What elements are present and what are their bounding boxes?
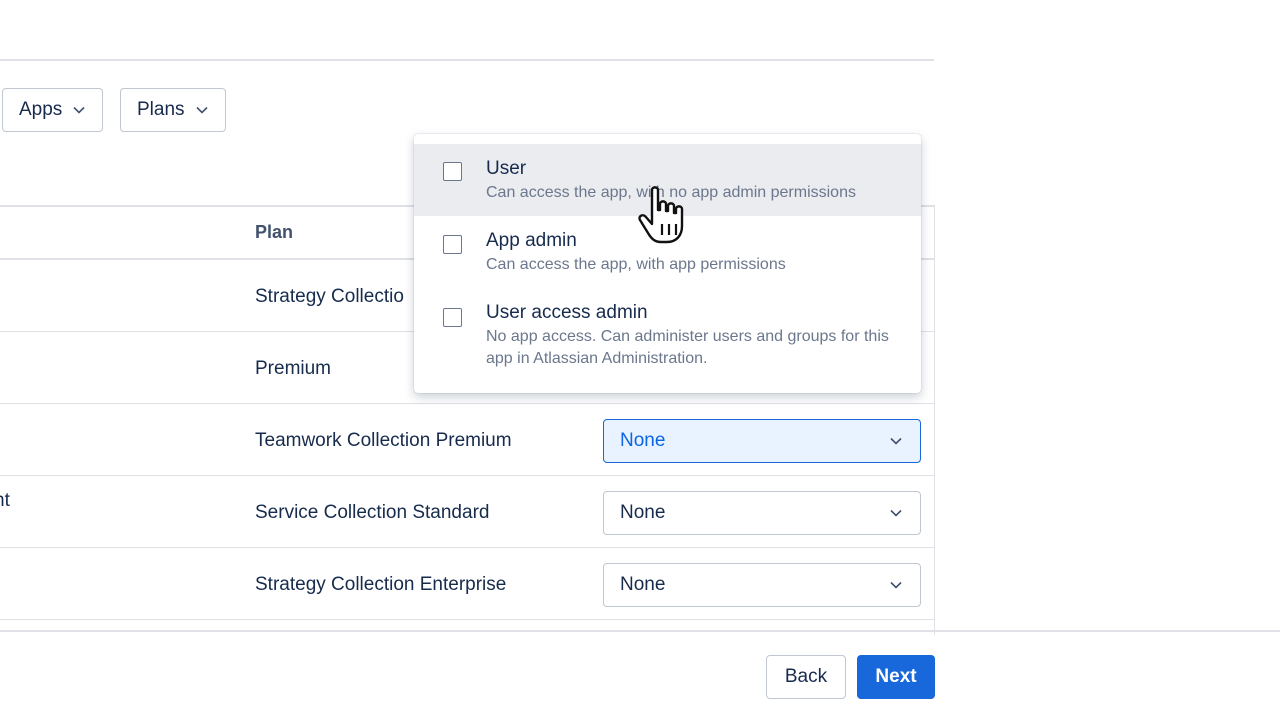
role-option-app-admin[interactable]: App admin Can access the app, with app p…: [414, 216, 921, 288]
table-row-plan: Strategy Collection Enterprise: [255, 574, 507, 595]
footer-divider: [0, 630, 1280, 632]
role-select-value: None: [620, 502, 666, 523]
option-title: App admin: [486, 230, 577, 251]
apps-filter-button[interactable]: Apps: [2, 88, 104, 132]
chevron-down-icon: [888, 577, 904, 593]
chevron-down-icon: [888, 505, 904, 521]
option-title: User access admin: [486, 302, 648, 323]
role-select[interactable]: None: [603, 563, 921, 607]
page: Apps Plans Plan Strategy Collectio Premi…: [0, 0, 1280, 720]
role-dropdown-menu: User Can access the app, with no app adm…: [414, 134, 921, 393]
table-row-name-fragment: nt: [0, 490, 10, 511]
table-row-plan: Strategy Collectio: [255, 286, 404, 307]
table-row-plan: Service Collection Standard: [255, 502, 490, 523]
checkbox[interactable]: [443, 235, 462, 254]
option-description: Can access the app, with app permissions: [486, 256, 786, 273]
option-description: Can access the app, with no app admin pe…: [486, 184, 856, 201]
column-header-plan: Plan: [255, 222, 294, 242]
chevron-down-icon: [888, 433, 904, 449]
plans-filter-button[interactable]: Plans: [120, 88, 226, 132]
chevron-down-icon: [195, 103, 209, 117]
checkbox[interactable]: [443, 308, 462, 327]
row-divider: [0, 619, 934, 620]
role-option-user-access-admin[interactable]: User access admin No app access. Can adm…: [414, 288, 921, 383]
table-row-plan: Teamwork Collection Premium: [255, 430, 512, 451]
role-option-user[interactable]: User Can access the app, with no app adm…: [414, 144, 921, 216]
row-divider: [0, 403, 934, 404]
option-title: User: [486, 158, 527, 179]
option-description: No app access. Can administer users and …: [486, 328, 889, 367]
top-divider: [0, 59, 934, 61]
plans-filter-label: Plans: [137, 99, 185, 120]
role-select[interactable]: None: [603, 419, 921, 463]
role-select-value: None: [620, 430, 666, 451]
row-divider: [0, 475, 934, 476]
role-select-value: None: [620, 574, 666, 595]
checkbox[interactable]: [443, 162, 462, 181]
apps-filter-label: Apps: [19, 99, 63, 120]
role-select[interactable]: None: [603, 491, 921, 535]
next-button[interactable]: Next: [857, 655, 935, 699]
chevron-down-icon: [72, 103, 86, 117]
table-row-plan: Premium: [255, 358, 332, 379]
back-button[interactable]: Back: [766, 655, 846, 699]
row-divider: [0, 547, 934, 548]
